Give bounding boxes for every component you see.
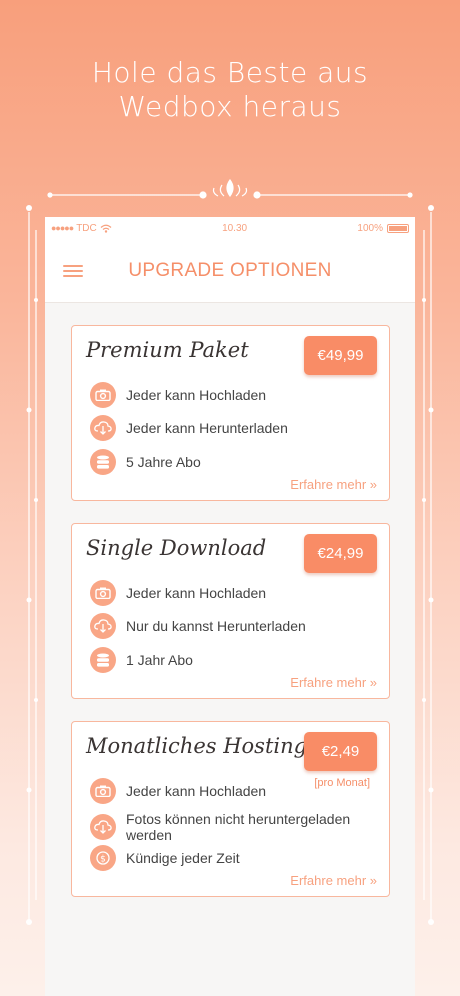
feature-item: 1 Jahr Abo — [90, 647, 356, 673]
svg-text:$: $ — [100, 855, 106, 865]
feature-item: Jeder kann Hochladen — [90, 382, 356, 408]
battery-icon — [386, 223, 409, 233]
database-icon — [90, 449, 116, 475]
camera-icon — [90, 382, 116, 408]
learn-more-link[interactable]: Erfahre mehr » — [290, 675, 377, 690]
feature-item: Fotos können nicht heruntergeladen werde… — [90, 811, 356, 843]
battery-percent: 100% — [357, 222, 383, 234]
signal-icon: ●●●●● — [51, 223, 74, 233]
plan-card-premium[interactable]: Premium Paket €49,99 Jeder kann Hochlade… — [71, 325, 390, 501]
plan-card-monthly-hosting[interactable]: Monatliches Hosting €2,49 [pro Monat] Je… — [71, 721, 390, 897]
plan-title: Single Download — [86, 536, 267, 560]
camera-icon — [90, 778, 116, 804]
feature-item: $ Kündige jeder Zeit — [90, 845, 356, 871]
page-title: UPGRADE OPTIONEN — [128, 259, 332, 281]
feature-text: 5 Jahre Abo — [126, 454, 201, 470]
wifi-icon — [100, 224, 112, 233]
feature-text: Jeder kann Hochladen — [126, 387, 267, 403]
phone-screen: ●●●●● TDC 10.30 100% UPGRADE OPTIONEN Pr… — [45, 217, 415, 996]
status-time: 10.30 — [222, 222, 248, 234]
plan-card-single-download[interactable]: Single Download €24,99 Jeder kann Hochla… — [71, 523, 390, 699]
feature-item: Jeder kann Hochladen — [90, 580, 356, 606]
cloud-download-icon — [90, 415, 116, 441]
learn-more-link[interactable]: Erfahre mehr » — [290, 477, 377, 492]
camera-icon — [90, 580, 116, 606]
feature-item: Nur du kannst Herunterladen — [90, 613, 356, 639]
feature-text: Jeder kann Herunterladen — [126, 420, 288, 436]
learn-more-link[interactable]: Erfahre mehr » — [290, 873, 377, 888]
database-icon — [90, 647, 116, 673]
feature-text: Jeder kann Hochladen — [126, 585, 267, 601]
feature-text: Kündige jeder Zeit — [126, 850, 240, 866]
nav-bar: UPGRADE OPTIONEN — [45, 239, 415, 303]
feature-text: Jeder kann Hochladen — [126, 783, 267, 799]
headline-line-1: Hole das Beste aus — [91, 56, 369, 89]
hamburger-icon[interactable] — [63, 265, 83, 277]
feature-item: Jeder kann Herunterladen — [90, 415, 356, 441]
dollar-icon: $ — [90, 845, 116, 871]
headline-line-2: Wedbox heraus — [118, 90, 342, 123]
cloud-download-icon — [90, 613, 116, 639]
feature-text: Fotos können nicht heruntergeladen werde… — [126, 811, 351, 843]
price-button[interactable]: €24,99 — [304, 534, 377, 573]
price-button[interactable]: €2,49 — [304, 732, 377, 771]
feature-item: 5 Jahre Abo — [90, 449, 356, 475]
cloud-download-icon — [90, 814, 116, 840]
feature-text: Nur du kannst Herunterladen — [126, 618, 306, 634]
plan-title: Monatliches Hosting — [86, 734, 308, 758]
status-bar: ●●●●● TDC 10.30 100% — [45, 217, 415, 239]
plan-title: Premium Paket — [86, 338, 249, 362]
carrier-label: TDC — [76, 222, 97, 234]
promo-headline: Hole das Beste aus Wedbox heraus — [0, 56, 460, 124]
feature-text: 1 Jahr Abo — [126, 652, 193, 668]
feature-item: Jeder kann Hochladen — [90, 778, 356, 804]
price-button[interactable]: €49,99 — [304, 336, 377, 375]
